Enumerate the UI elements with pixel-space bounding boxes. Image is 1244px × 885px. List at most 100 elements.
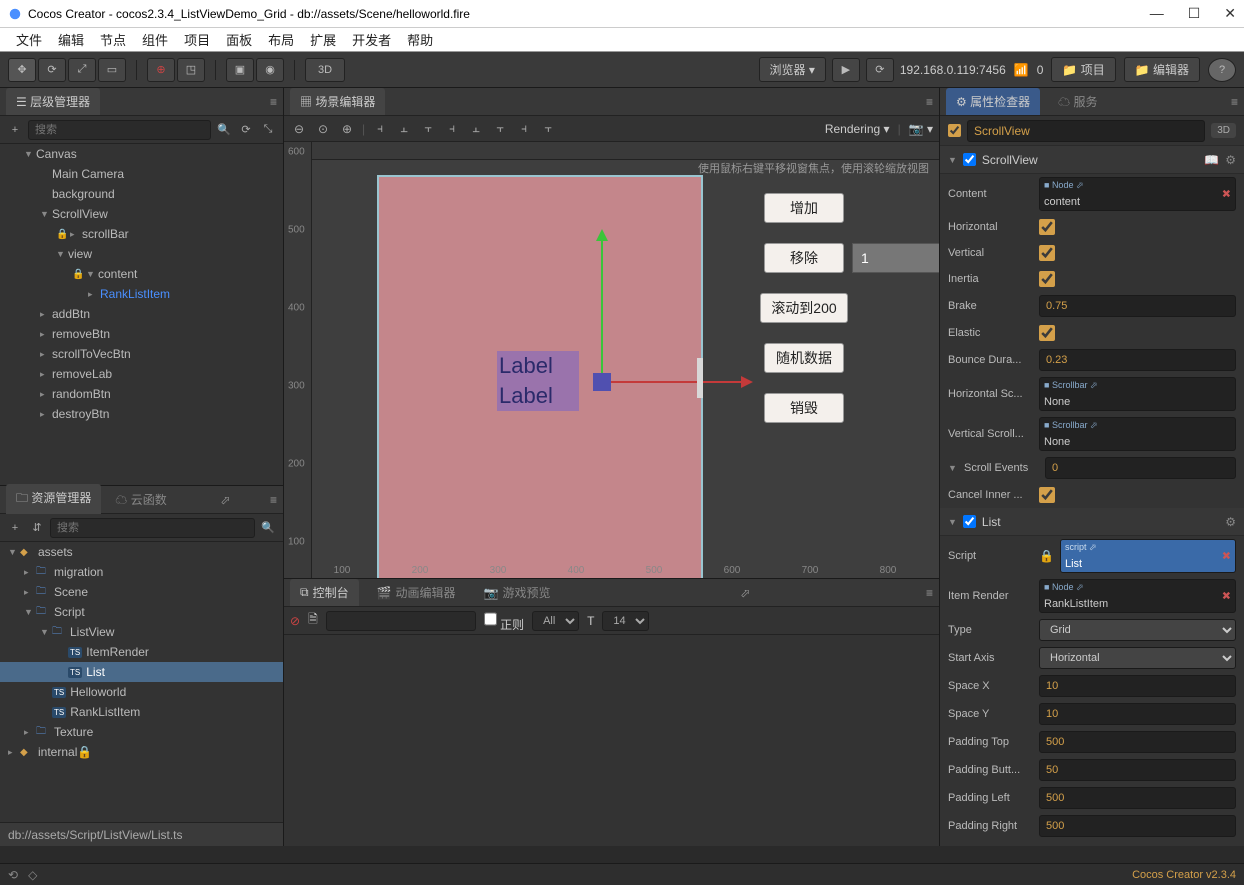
asset-assets[interactable]: ▼◆assets: [0, 542, 283, 562]
node-removebtn[interactable]: ▸removeBtn: [0, 324, 283, 344]
game-preview-tab[interactable]: 📷 游戏预览: [474, 579, 561, 606]
align-bottom-icon[interactable]: ⫟: [491, 121, 509, 136]
console-clear-button[interactable]: ⊘: [290, 614, 300, 628]
asset-listview[interactable]: ▼🗀ListView: [0, 622, 283, 642]
dist-h-icon[interactable]: ⫞: [515, 121, 533, 136]
space-y-input[interactable]: [1039, 703, 1236, 725]
menu-component[interactable]: 组件: [134, 30, 176, 49]
node-ranklistitem[interactable]: ▸RankListItem: [0, 284, 283, 304]
padding-bottom-input[interactable]: [1039, 759, 1236, 781]
bounce-input[interactable]: [1039, 349, 1236, 371]
node-name-input[interactable]: [967, 120, 1205, 142]
asset-ranklistitem[interactable]: TSRankListItem: [0, 702, 283, 722]
scene-remove-button[interactable]: 移除: [764, 243, 844, 273]
elastic-checkbox[interactable]: [1039, 325, 1055, 341]
camera-icon[interactable]: 📷 ▾: [909, 122, 933, 136]
scene-scroll-button[interactable]: 滚动到200: [760, 293, 848, 323]
asset-migration[interactable]: ▸🗀migration: [0, 562, 283, 582]
asset-script[interactable]: ▼🗀Script: [0, 602, 283, 622]
scene-canvas[interactable]: 600 500 400 300 200 100 使用鼠标右键平移视窗焦点，使用滚…: [284, 142, 939, 578]
node-randombtn[interactable]: ▸randomBtn: [0, 384, 283, 404]
align-tool-2[interactable]: ◉: [256, 58, 284, 82]
rect-tool-button[interactable]: ▭: [98, 58, 126, 82]
list-enabled-checkbox[interactable]: [963, 515, 976, 528]
scene-add-button[interactable]: 增加: [764, 193, 844, 223]
gear-icon[interactable]: ⚙: [1225, 153, 1236, 167]
align-right-icon[interactable]: ⫟: [419, 121, 437, 136]
v-scrollbar-ref[interactable]: ■ Scrollbar ⬀None: [1039, 417, 1236, 451]
console-level-select[interactable]: All: [532, 611, 579, 631]
menu-panel[interactable]: 面板: [218, 30, 260, 49]
dist-v-icon[interactable]: ⫟: [539, 121, 557, 136]
hierarchy-search-input[interactable]: [28, 120, 211, 140]
search-icon[interactable]: 🔍: [215, 123, 233, 136]
vertical-checkbox[interactable]: [1039, 245, 1055, 261]
scroll-events-input[interactable]: [1045, 457, 1236, 479]
node-content[interactable]: 🔒▼content: [0, 264, 283, 284]
help-button[interactable]: ?: [1208, 58, 1236, 82]
menu-help[interactable]: 帮助: [399, 30, 441, 49]
hierarchy-menu[interactable]: ≡: [270, 95, 277, 109]
align-center-h-icon[interactable]: ⫠: [395, 121, 413, 136]
node-addbtn[interactable]: ▸addBtn: [0, 304, 283, 324]
menu-node[interactable]: 节点: [92, 30, 134, 49]
align-center-v-icon[interactable]: ⫠: [467, 121, 485, 136]
horizontal-checkbox[interactable]: [1039, 219, 1055, 235]
type-select[interactable]: Grid: [1039, 619, 1236, 641]
assets-sort-button[interactable]: ⇵: [28, 521, 46, 534]
content-node-ref[interactable]: ■ Node ⬀content✖: [1039, 177, 1236, 211]
asset-scene[interactable]: ▸🗀Scene: [0, 582, 283, 602]
node-main-camera[interactable]: Main Camera: [0, 164, 283, 184]
asset-texture[interactable]: ▸🗀Texture: [0, 722, 283, 742]
hierarchy-add-button[interactable]: +: [6, 124, 24, 136]
node-3d-badge[interactable]: 3D: [1211, 123, 1236, 138]
assets-tab[interactable]: 🗀 资源管理器: [6, 484, 101, 515]
list-component-header[interactable]: ▼ List ⚙: [940, 508, 1244, 536]
align-top-icon[interactable]: ⫞: [443, 121, 461, 136]
padding-left-input[interactable]: [1039, 787, 1236, 809]
h-scrollbar-ref[interactable]: ■ Scrollbar ⬀None: [1039, 377, 1236, 411]
align-left-icon[interactable]: ⫞: [371, 121, 389, 136]
inertia-checkbox[interactable]: [1039, 271, 1055, 287]
anchor-tool-button[interactable]: ⊕: [147, 58, 175, 82]
menu-file[interactable]: 文件: [8, 30, 50, 49]
footer-node-icon[interactable]: ◇: [28, 868, 37, 882]
scene-random-button[interactable]: 随机数据: [764, 343, 844, 373]
play-button[interactable]: ▶: [832, 58, 860, 82]
node-scrolltovecbtn[interactable]: ▸scrollToVecBtn: [0, 344, 283, 364]
console-menu[interactable]: ≡: [926, 586, 933, 600]
asset-list[interactable]: TSList: [0, 662, 283, 682]
node-removelab[interactable]: ▸removeLab: [0, 364, 283, 384]
console-regex-checkbox[interactable]: 正则: [484, 609, 524, 633]
assets-add-button[interactable]: +: [6, 522, 24, 534]
local-tool-button[interactable]: ◳: [177, 58, 205, 82]
move-tool-button[interactable]: ✥: [8, 58, 36, 82]
editor-button[interactable]: 📁 编辑器: [1124, 57, 1200, 82]
service-tab[interactable]: ☁ 服务: [1048, 88, 1107, 115]
book-icon[interactable]: 📖: [1204, 153, 1219, 167]
minimize-button[interactable]: —: [1150, 5, 1164, 22]
menu-project[interactable]: 项目: [176, 30, 218, 49]
scene-remove-input[interactable]: [852, 243, 939, 273]
reload-button[interactable]: ⟳: [866, 58, 894, 82]
node-active-checkbox[interactable]: [948, 124, 961, 137]
list-gear-icon[interactable]: ⚙: [1225, 515, 1236, 529]
asset-itemrender[interactable]: TSItemRender: [0, 642, 283, 662]
item-render-ref[interactable]: ■ Node ⬀RankListItem✖: [1039, 579, 1236, 613]
scale-tool-button[interactable]: ⤢: [68, 58, 96, 82]
node-background[interactable]: background: [0, 184, 283, 204]
menu-edit[interactable]: 编辑: [50, 30, 92, 49]
cloud-tab[interactable]: ☁ 云函数: [105, 486, 176, 513]
script-ref[interactable]: script ⬀List✖: [1060, 539, 1236, 573]
brake-input[interactable]: [1039, 295, 1236, 317]
zoom-in-button[interactable]: ⊕: [338, 122, 356, 136]
maximize-button[interactable]: ☐: [1188, 5, 1201, 22]
project-button[interactable]: 📁 项目: [1051, 57, 1115, 82]
ranklistitem-preview[interactable]: Label Label: [497, 351, 579, 411]
zoom-reset-button[interactable]: ⊙: [314, 122, 332, 136]
console-filter-input[interactable]: [326, 611, 476, 631]
anim-editor-tab[interactable]: 🎬 动画编辑器: [367, 579, 466, 606]
align-tool-1[interactable]: ▣: [226, 58, 254, 82]
padding-right-input[interactable]: [1039, 815, 1236, 837]
rendering-dropdown[interactable]: Rendering ▾: [825, 122, 890, 136]
